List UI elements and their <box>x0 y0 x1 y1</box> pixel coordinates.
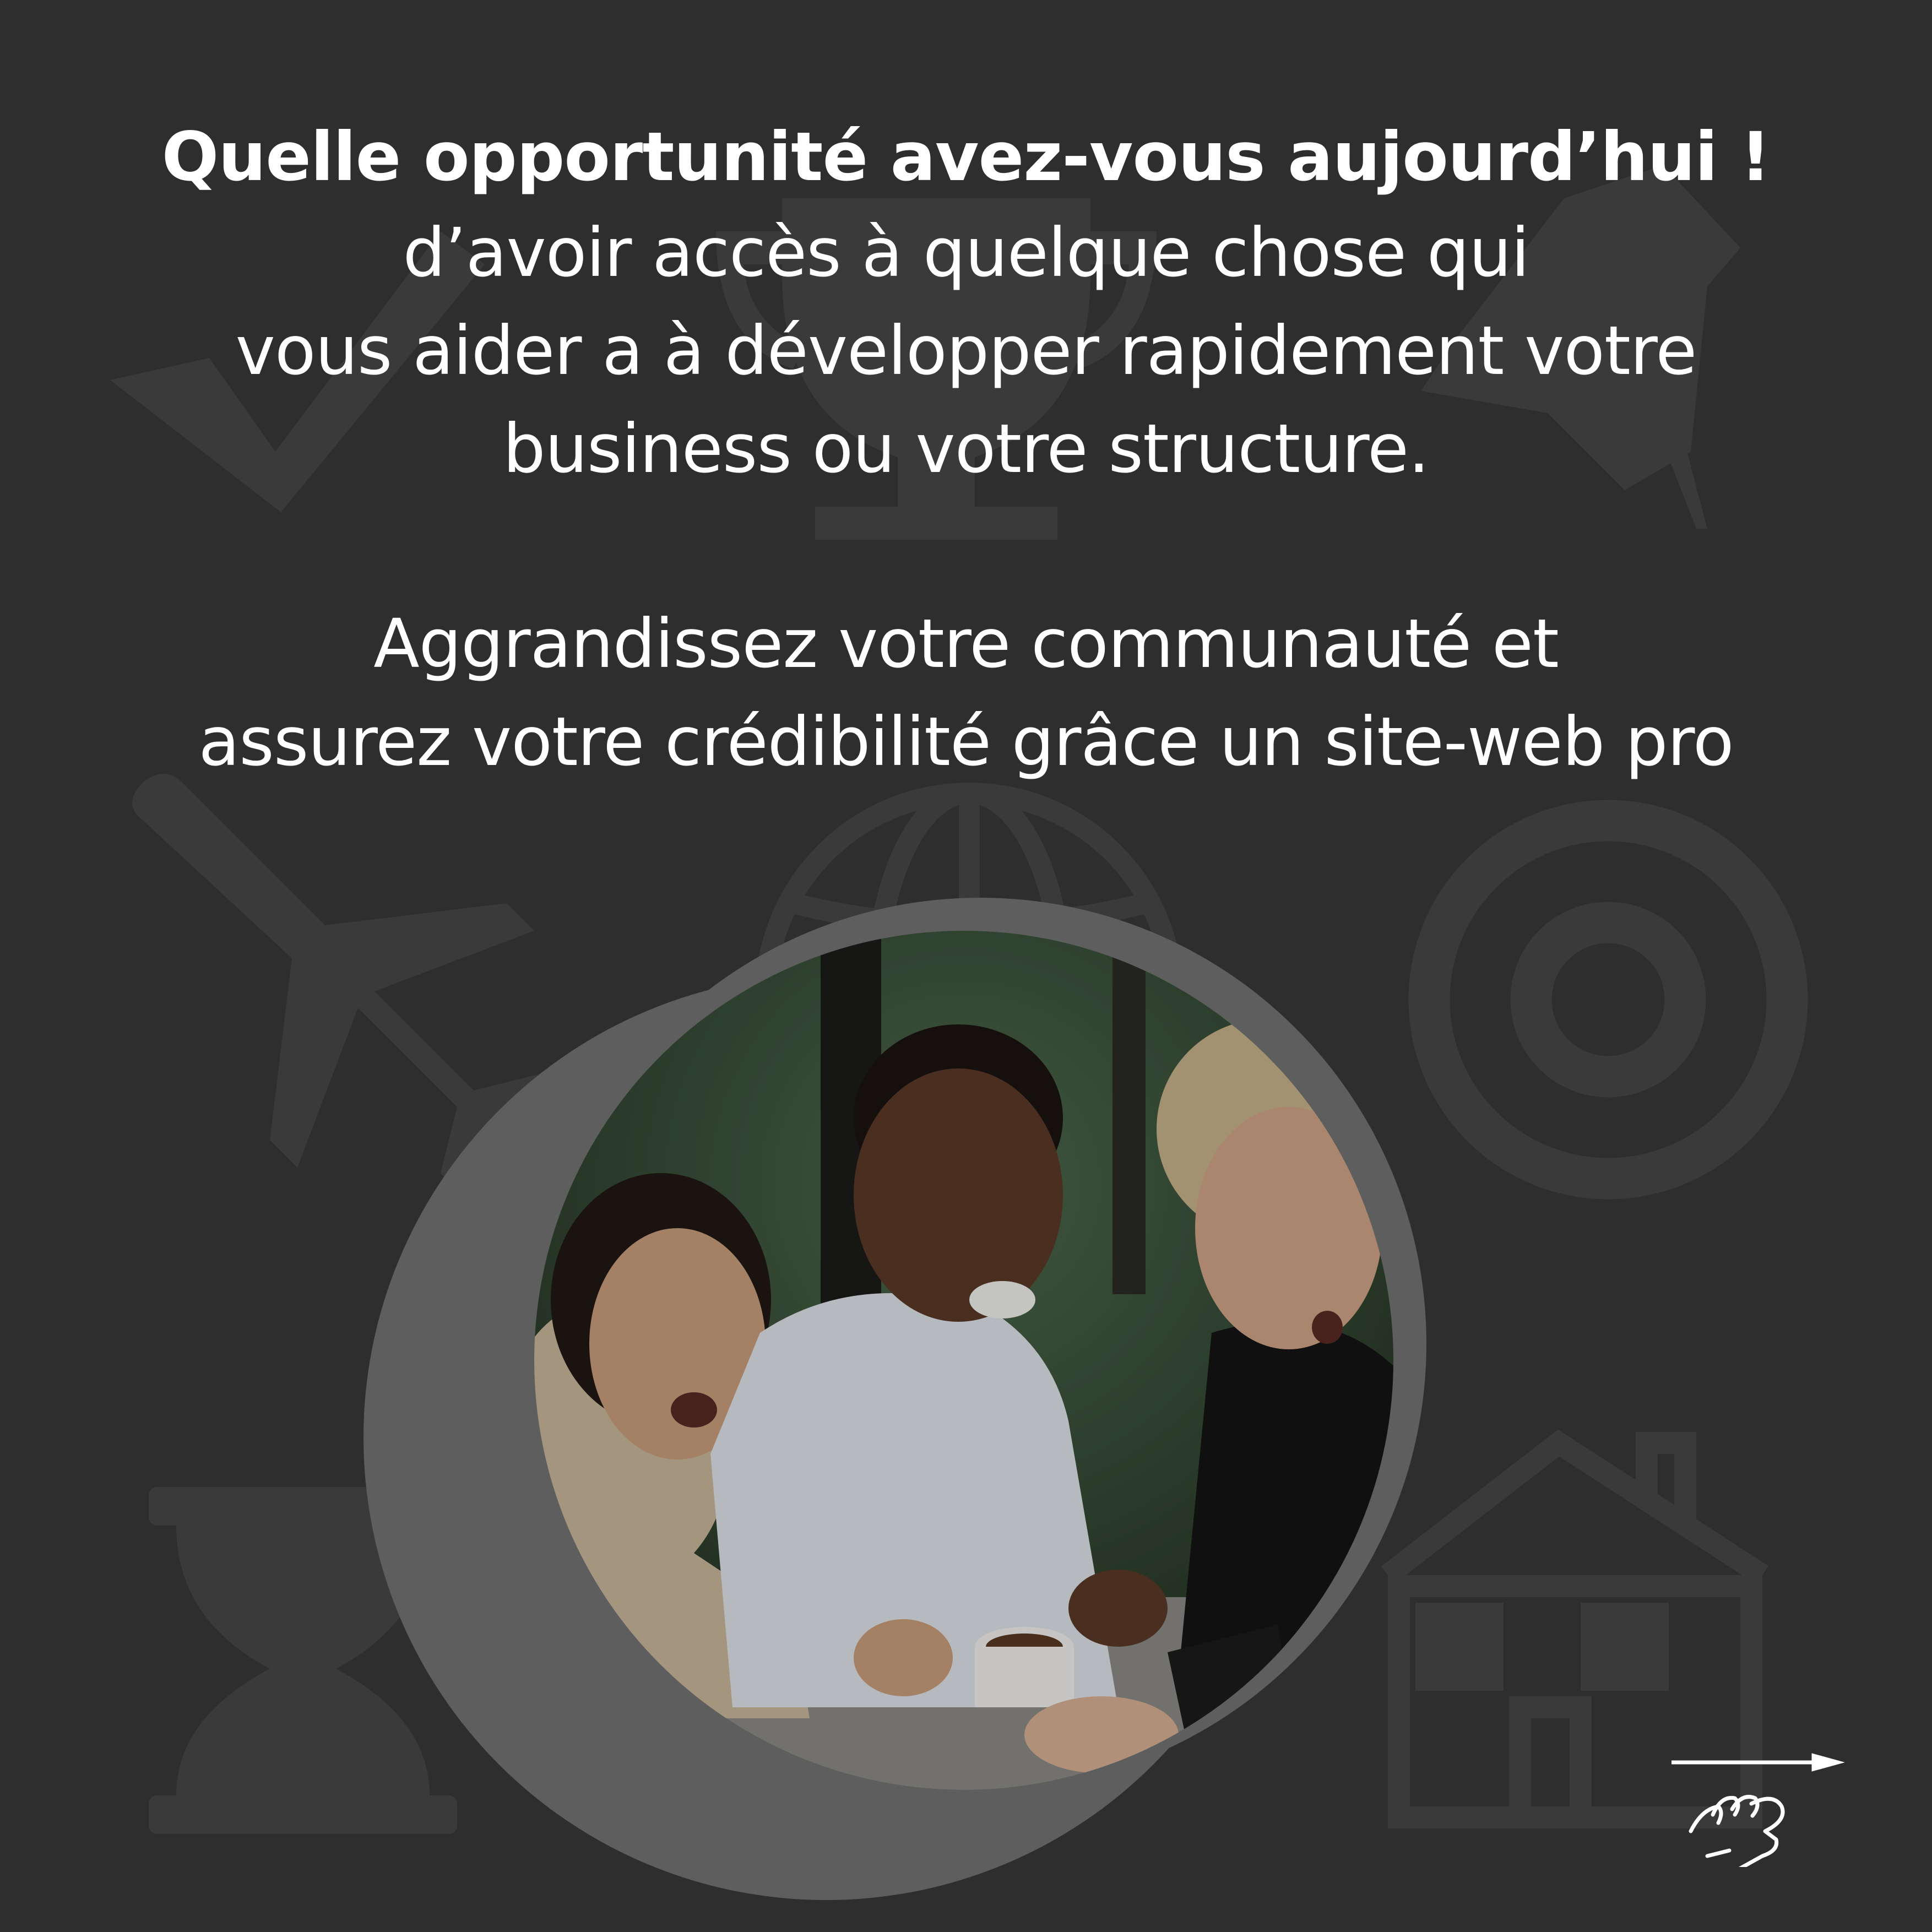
body-line-4: Aggrandissez votre communauté et <box>373 605 1559 683</box>
message-text: Quelle opportunité avez-vous aujourd’hui… <box>0 110 1932 791</box>
next-slide-hint[interactable] <box>1669 1746 1845 1867</box>
body-line-5: assurez votre crédibilité grâce un site-… <box>198 703 1734 781</box>
body-line-1: d’avoir accès à quelque chose qui <box>403 214 1530 292</box>
body-line-2: vous aider a à développer rapidement vot… <box>235 312 1697 390</box>
body-line-3: business ou votre structure. <box>503 410 1430 488</box>
swipe-hand-icon <box>1689 1795 1785 1867</box>
headline: Quelle opportunité avez-vous aujourd’hui… <box>161 118 1771 196</box>
slide: Quelle opportunité avez-vous aujourd’hui… <box>0 0 1932 1932</box>
arrow-right-icon <box>1671 1753 1845 1772</box>
